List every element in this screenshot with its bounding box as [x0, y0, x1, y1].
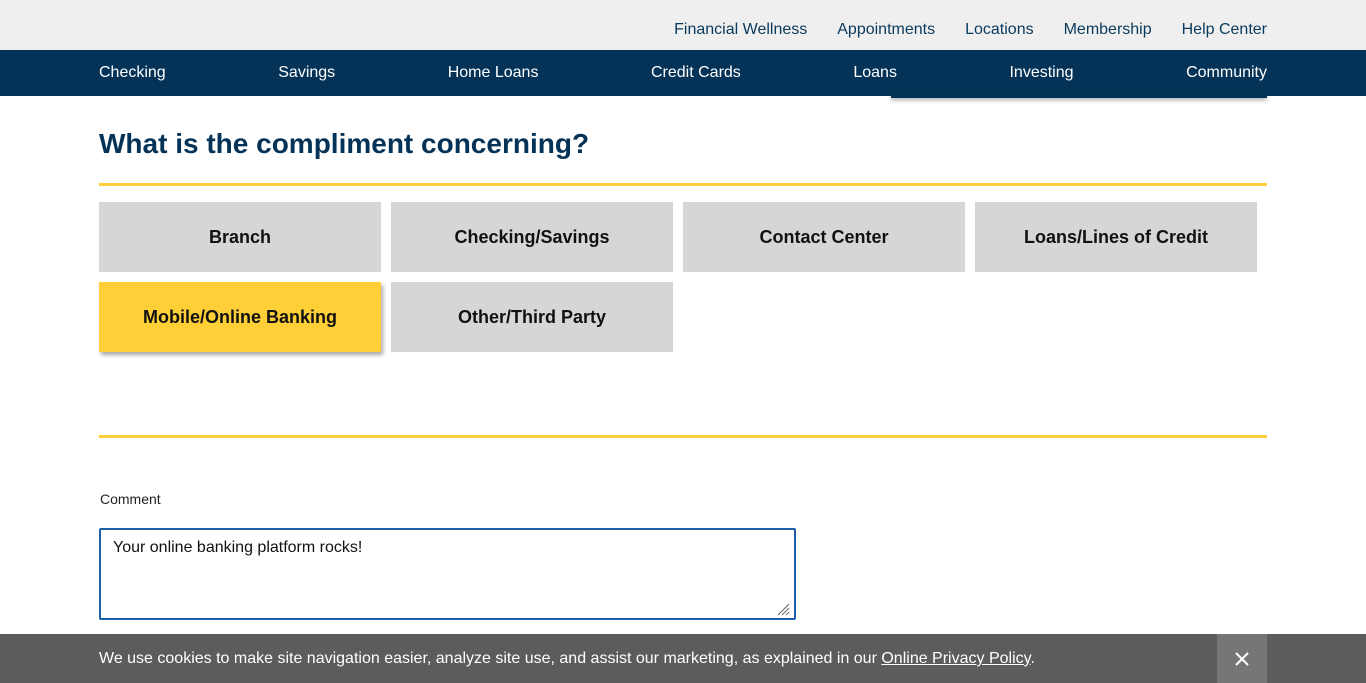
nav-savings[interactable]: Savings: [278, 64, 335, 81]
nav-loans[interactable]: Loans: [853, 64, 897, 81]
cookie-banner: We use cookies to make site navigation e…: [0, 634, 1366, 683]
nav-checking[interactable]: Checking: [99, 64, 166, 81]
main-nav-item: Credit Cards: [651, 63, 741, 83]
option-branch[interactable]: Branch: [99, 202, 381, 272]
main-nav-item: Community: [1186, 63, 1267, 83]
utility-link-appointments[interactable]: Appointments: [837, 20, 935, 40]
comment-textarea[interactable]: Your online banking platform rocks!: [99, 528, 796, 620]
utility-bar: Financial Wellness Appointments Location…: [0, 0, 1366, 50]
nav-credit-cards[interactable]: Credit Cards: [651, 64, 741, 81]
resize-grip-icon[interactable]: [776, 602, 790, 616]
option-grid: Branch Checking/Savings Contact Center L…: [99, 202, 1267, 352]
main-nav-item: Savings: [278, 63, 335, 83]
main-nav-item: Investing: [1009, 63, 1073, 83]
cookie-message: We use cookies to make site navigation e…: [99, 649, 1035, 669]
nav-home-loans[interactable]: Home Loans: [448, 64, 539, 81]
option-other-third-party[interactable]: Other/Third Party: [391, 282, 673, 352]
main-nav-item: Checking: [99, 63, 166, 83]
close-icon: [1235, 651, 1249, 666]
page-question: What is the compliment concerning?: [99, 128, 590, 159]
dropdown-shadow: [891, 94, 1267, 98]
main-nav-item: Home Loans: [448, 63, 539, 83]
divider-bottom: [99, 435, 1267, 438]
nav-investing[interactable]: Investing: [1009, 64, 1073, 81]
utility-nav: Financial Wellness Appointments Location…: [644, 20, 1267, 40]
cookie-close-button[interactable]: [1217, 634, 1267, 683]
comment-label: Comment: [100, 491, 161, 507]
option-checking-savings[interactable]: Checking/Savings: [391, 202, 673, 272]
utility-link-membership[interactable]: Membership: [1064, 20, 1152, 40]
cookie-suffix: .: [1030, 650, 1035, 667]
utility-link-help-center[interactable]: Help Center: [1182, 20, 1267, 40]
privacy-policy-link[interactable]: Online Privacy Policy: [881, 650, 1030, 667]
option-mobile-online-banking[interactable]: Mobile/Online Banking: [99, 282, 381, 352]
main-nav-list: Checking Savings Home Loans Credit Cards…: [99, 50, 1267, 96]
main-nav-item: Loans: [853, 63, 897, 83]
nav-community[interactable]: Community: [1186, 64, 1267, 81]
utility-link-locations[interactable]: Locations: [965, 20, 1034, 40]
option-loans-lines-of-credit[interactable]: Loans/Lines of Credit: [975, 202, 1257, 272]
main-nav: Checking Savings Home Loans Credit Cards…: [0, 50, 1366, 96]
cookie-text: We use cookies to make site navigation e…: [99, 650, 882, 667]
utility-link-financial-wellness[interactable]: Financial Wellness: [674, 20, 807, 40]
divider-top: [99, 183, 1267, 186]
option-contact-center[interactable]: Contact Center: [683, 202, 965, 272]
